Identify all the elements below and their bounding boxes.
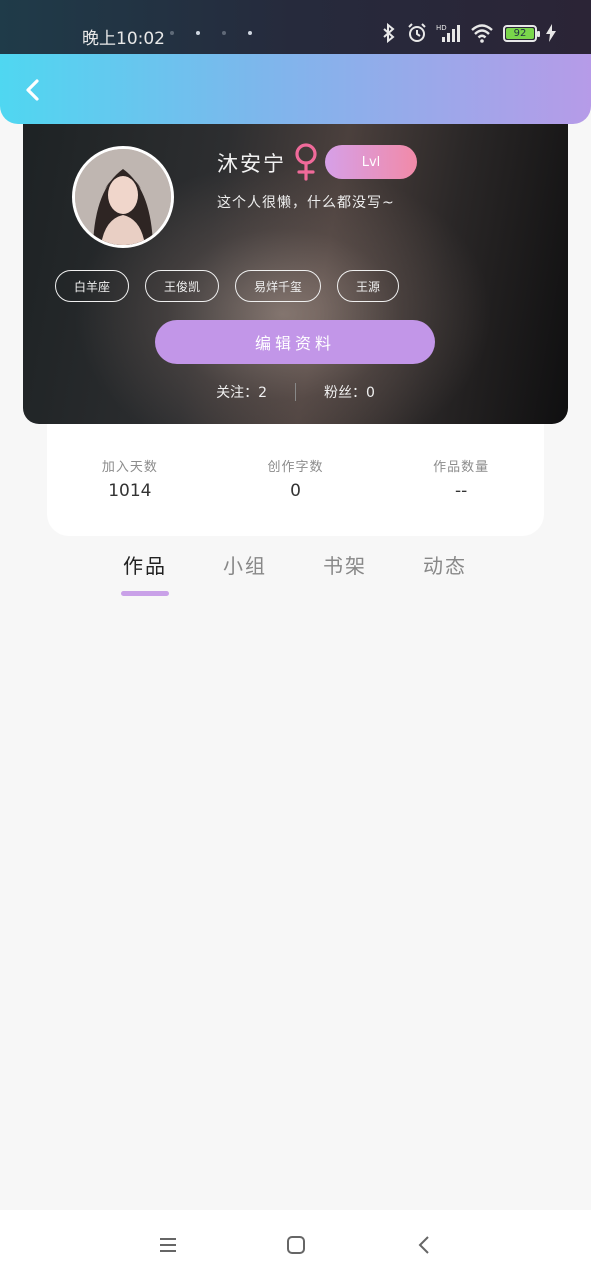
status-icons: HD 92 (379, 22, 557, 44)
edit-profile-button[interactable]: 编辑资料 (155, 320, 435, 364)
home-square-icon (286, 1236, 305, 1254)
system-nav-bar (0, 1210, 591, 1280)
stat-works-count: 作品数量 -- (378, 420, 544, 536)
divider (295, 383, 296, 401)
followers-count[interactable]: 粉丝：0 (324, 382, 375, 402)
bluetooth-icon (379, 22, 399, 44)
tag-item[interactable]: 易烊千玺 (235, 270, 322, 302)
back-nav-button[interactable] (410, 1231, 438, 1259)
active-tab-indicator (121, 591, 169, 596)
back-triangle-icon (418, 1236, 429, 1254)
profile-card: 沐安宁 Lvl 这个人很懒，什么都没写~ 白羊座 王俊凯 易烊千玺 王源 编辑资… (23, 104, 568, 424)
charging-icon (545, 22, 557, 44)
follow-stats: 关注：2 粉丝：0 (23, 382, 568, 402)
stat-label: 创作字数 (267, 460, 324, 475)
tab-label: 作品 (123, 554, 167, 578)
menu-icon (159, 1238, 176, 1252)
tab-label: 书架 (323, 554, 367, 578)
notification-dots (170, 31, 252, 35)
stat-label: 加入天数 (101, 460, 158, 475)
signal-icon: HD (435, 22, 461, 44)
tab-groups[interactable]: 小组 (195, 550, 295, 596)
tag-item[interactable]: 王源 (337, 270, 400, 302)
stat-word-count: 创作字数 0 (213, 420, 379, 536)
home-button[interactable] (282, 1231, 310, 1259)
tab-label: 动态 (423, 554, 467, 578)
status-time: 晚上10:02 (82, 29, 165, 49)
stat-label: 作品数量 (433, 460, 490, 475)
chevron-left-icon (26, 79, 39, 101)
alarm-icon (407, 22, 427, 44)
svg-text:HD: HD (436, 24, 447, 32)
wifi-icon (469, 22, 495, 44)
tag-list: 白羊座 王俊凯 易烊千玺 王源 (55, 270, 400, 302)
tab-bookshelf[interactable]: 书架 (295, 550, 395, 596)
following-count[interactable]: 关注：2 (216, 382, 267, 402)
back-button[interactable] (18, 74, 46, 106)
female-gender-icon (295, 143, 317, 181)
tag-item[interactable]: 王俊凯 (145, 270, 220, 302)
level-badge: Lvl (325, 145, 417, 179)
menu-button[interactable] (154, 1231, 182, 1259)
tab-label: 小组 (223, 554, 267, 578)
stat-join-days: 加入天数 1014 (47, 420, 213, 536)
bio-text: 这个人很懒，什么都没写~ (217, 195, 395, 211)
avatar[interactable] (72, 146, 174, 248)
header-bar (0, 54, 591, 124)
stat-value: 0 (290, 481, 301, 501)
stat-value: 1014 (108, 481, 152, 501)
stats-card: 加入天数 1014 创作字数 0 作品数量 -- (47, 420, 544, 536)
battery-level: 92 (506, 27, 534, 39)
battery-icon: 92 (503, 24, 540, 42)
tab-bar: 作品 小组 书架 动态 (95, 550, 495, 596)
tab-works[interactable]: 作品 (95, 550, 195, 596)
tab-activity[interactable]: 动态 (395, 550, 495, 596)
stat-value: -- (455, 481, 468, 501)
username: 沐安宁 (217, 152, 286, 176)
tag-item[interactable]: 白羊座 (55, 270, 130, 302)
